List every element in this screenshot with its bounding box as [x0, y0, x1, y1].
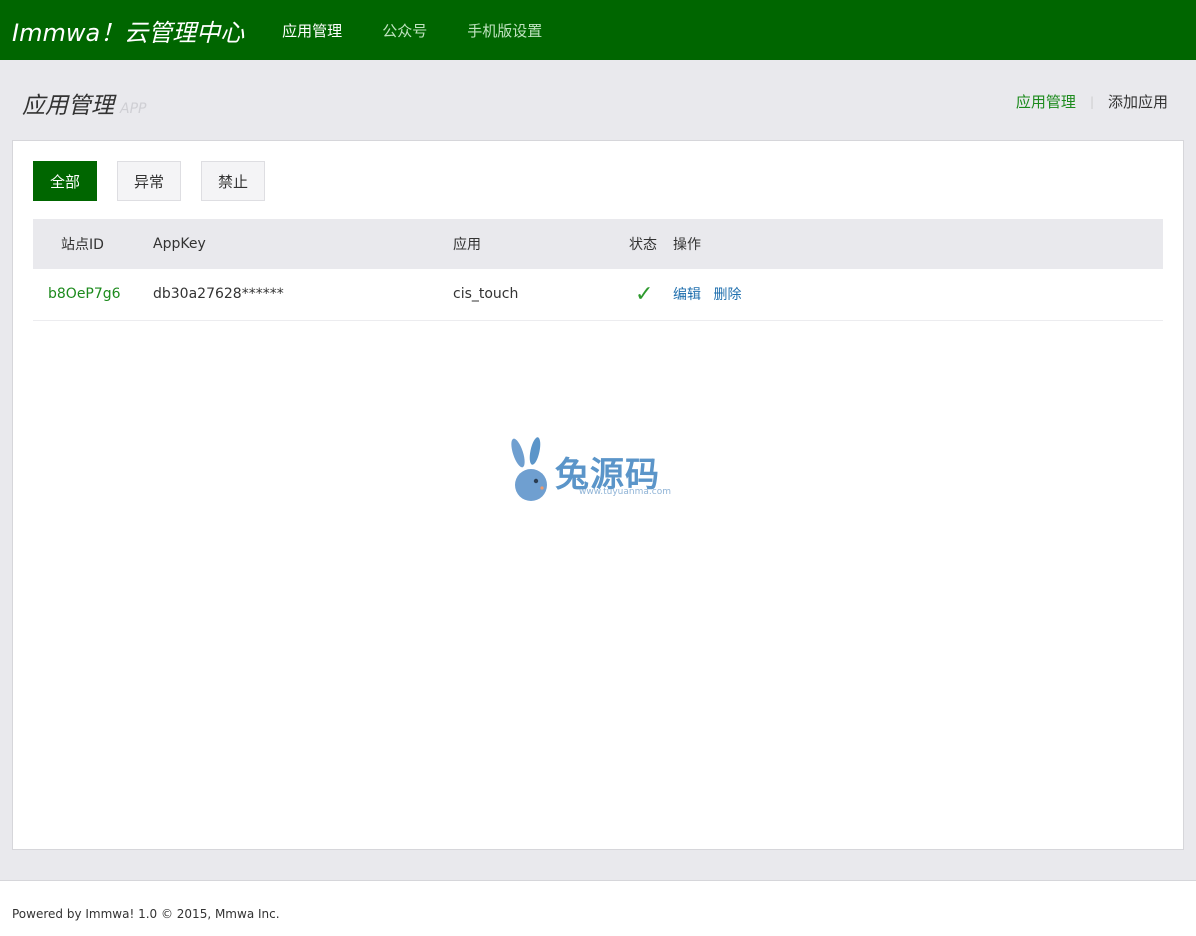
column-header-ops: 操作 [673, 237, 701, 253]
content-panel: 全部 异常 禁止 站点ID AppKey 应用 状态 操作 b8OeP7g6 d… [12, 140, 1184, 850]
page-header-links: 应用管理 | 添加应用 [1016, 91, 1168, 112]
link-app-management[interactable]: 应用管理 [1016, 91, 1076, 112]
column-header-appkey: AppKey [153, 236, 206, 252]
delete-link[interactable]: 删除 [713, 287, 741, 303]
brand-logo[interactable]: Immwa！云管理中心 [12, 13, 244, 48]
page-subtitle: APP [120, 101, 147, 117]
column-header-site-id: 站点ID [61, 237, 104, 253]
filter-tabs: 全部 异常 禁止 [33, 161, 285, 201]
edit-link[interactable]: 编辑 [673, 287, 701, 303]
nav-item-app-management[interactable]: 应用管理 [282, 20, 342, 41]
watermark: 兔源码 www.tuyuanma.com [509, 437, 699, 503]
app-table: 站点ID AppKey 应用 状态 操作 b8OeP7g6 db30a27628… [33, 219, 1163, 321]
rabbit-logo-icon [511, 437, 547, 501]
footer: Powered by Immwa! 1.0 © 2015, Mmwa Inc. [0, 880, 1196, 936]
table-row: b8OeP7g6 db30a27628****** cis_touch ✓ 编辑… [33, 269, 1163, 320]
column-header-app: 应用 [453, 237, 481, 253]
link-separator: | [1089, 94, 1094, 109]
page-title-text: 应用管理 [22, 93, 114, 119]
watermark-url: www.tuyuanma.com [579, 487, 671, 497]
check-icon: ✓ [635, 281, 654, 307]
cell-app: cis_touch [453, 286, 519, 303]
link-add-app[interactable]: 添加应用 [1108, 91, 1168, 112]
page-title: 应用管理 APP [22, 86, 146, 120]
nav-item-official-account[interactable]: 公众号 [382, 20, 427, 41]
cell-appkey: db30a27628****** [153, 286, 284, 303]
cell-status: ✓ [629, 269, 673, 320]
filter-abnormal-button[interactable]: 异常 [117, 161, 181, 201]
cell-site-id: b8OeP7g6 [33, 269, 153, 320]
filter-disabled-button[interactable]: 禁止 [201, 161, 265, 201]
column-header-status: 状态 [629, 237, 657, 253]
nav-item-mobile-settings[interactable]: 手机版设置 [467, 20, 542, 41]
site-id-link[interactable]: b8OeP7g6 [48, 286, 121, 302]
footer-text: Powered by Immwa! 1.0 © 2015, Mmwa Inc. [12, 907, 280, 921]
top-nav: 应用管理 公众号 手机版设置 [282, 20, 582, 41]
cell-ops: 编辑 删除 [673, 269, 1163, 320]
top-navbar: Immwa！云管理中心 应用管理 公众号 手机版设置 [0, 0, 1196, 60]
page-header: 应用管理 APP 应用管理 | 添加应用 [0, 60, 1196, 140]
table-header-row: 站点ID AppKey 应用 状态 操作 [33, 219, 1163, 269]
filter-all-button[interactable]: 全部 [33, 161, 97, 201]
